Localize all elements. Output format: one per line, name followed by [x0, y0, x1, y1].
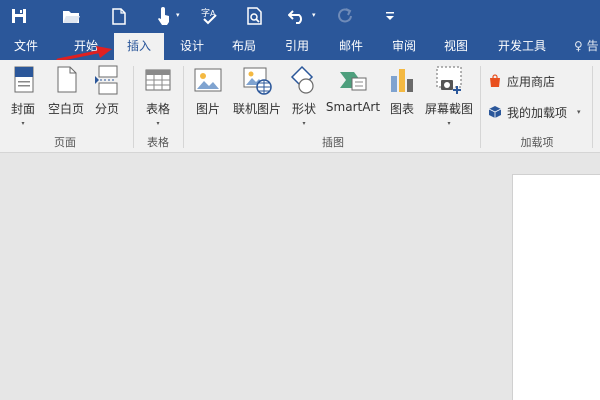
group-divider [480, 66, 481, 148]
illustrations-group-label: 插图 [322, 136, 344, 149]
page-break-button[interactable]: 分页 [90, 64, 124, 117]
group-divider [592, 66, 593, 148]
shapes-button[interactable]: 形状 ▾ [286, 64, 322, 127]
shapes-icon [290, 65, 314, 94]
screenshot-dropdown-icon: ▾ [447, 120, 451, 127]
online-pictures-icon [243, 67, 272, 95]
table-dropdown-icon: ▾ [156, 120, 160, 127]
tab-insert[interactable]: 插入 [114, 33, 164, 60]
page-break-icon [95, 65, 118, 95]
pictures-label: 图片 [195, 102, 220, 116]
lightbulb-icon: ♀ [574, 39, 583, 53]
table-icon [145, 69, 171, 91]
pictures-icon [194, 68, 222, 92]
tab-layout[interactable]: 布局 [222, 32, 266, 60]
blank-page-label: 空白页 [47, 102, 84, 116]
group-divider [183, 66, 184, 148]
open-folder-icon[interactable] [60, 5, 82, 27]
tab-review[interactable]: 审阅 [382, 32, 426, 60]
my-addins-dropdown-icon[interactable]: ▾ [577, 108, 581, 116]
tell-me-box[interactable]: ♀ 告 [574, 32, 599, 60]
pictures-button[interactable]: 图片 [190, 64, 226, 117]
screenshot-label: 屏幕截图 [424, 102, 473, 116]
spelling-icon[interactable]: 字A [198, 5, 222, 27]
my-addins-button[interactable]: 我的加载项 ▾ [488, 102, 581, 122]
tab-file[interactable]: 文件 [6, 32, 46, 60]
tab-developer[interactable]: 开发工具 [490, 32, 554, 60]
tab-references[interactable]: 引用 [275, 32, 319, 60]
tab-view[interactable]: 视图 [434, 32, 478, 60]
shapes-dropdown-icon: ▾ [302, 120, 306, 127]
ribbon-panel: 封面 ▾ 空白页 分页 页面 表格 ▾ 表格 图片 联机图片 形状 ▾ Smar… [0, 60, 600, 153]
cover-page-button[interactable]: 封面 ▾ [4, 64, 42, 127]
screenshot-button[interactable]: 屏幕截图 ▾ [422, 64, 476, 127]
tables-group-label: 表格 [147, 136, 169, 149]
store-icon [490, 74, 500, 87]
blank-page-button[interactable]: 空白页 [46, 64, 86, 117]
my-addins-icon [488, 106, 502, 118]
undo-dropdown-icon[interactable]: ▾ [312, 11, 316, 19]
smartart-button[interactable]: SmartArt [325, 64, 381, 114]
save-icon[interactable] [8, 5, 30, 27]
chart-button[interactable]: 图表 [384, 64, 420, 117]
chart-label: 图表 [389, 102, 414, 116]
undo-icon[interactable] [286, 5, 308, 27]
tell-me-text: 告 [586, 39, 599, 53]
touch-mode-icon[interactable] [152, 5, 174, 27]
smartart-icon [340, 72, 367, 91]
pages-group-label: 页面 [54, 136, 76, 149]
document-page[interactable] [512, 174, 600, 400]
addins-group-label: 加载项 [520, 136, 554, 149]
shapes-label: 形状 [291, 102, 316, 116]
print-preview-icon[interactable] [244, 5, 266, 27]
cover-page-label: 封面 [10, 102, 35, 116]
page-break-label: 分页 [94, 102, 119, 116]
svg-text:字: 字 [201, 7, 210, 19]
online-pictures-label: 联机图片 [232, 102, 281, 116]
blank-page-icon [57, 66, 77, 93]
cover-page-dropdown-icon: ▾ [21, 120, 25, 127]
online-pictures-button[interactable]: 联机图片 [230, 64, 284, 117]
touch-mode-dropdown-icon[interactable]: ▾ [176, 11, 180, 19]
tab-mailings[interactable]: 邮件 [329, 32, 373, 60]
new-document-icon[interactable] [108, 5, 130, 27]
my-addins-label: 我的加载项 [507, 105, 568, 120]
redo-icon[interactable] [334, 5, 356, 27]
quick-access-toolbar: ▾ 字A ▾ [0, 0, 600, 32]
tab-design[interactable]: 设计 [170, 32, 214, 60]
customize-qat-icon[interactable] [382, 5, 398, 27]
table-label: 表格 [145, 102, 170, 116]
table-button[interactable]: 表格 ▾ [140, 64, 176, 127]
smartart-label: SmartArt [325, 100, 381, 114]
chart-icon [391, 69, 413, 92]
screenshot-icon [436, 66, 462, 94]
group-divider [133, 66, 134, 148]
store-button[interactable]: 应用商店 [488, 71, 555, 91]
store-label: 应用商店 [507, 74, 556, 89]
cover-page-icon [14, 66, 34, 93]
